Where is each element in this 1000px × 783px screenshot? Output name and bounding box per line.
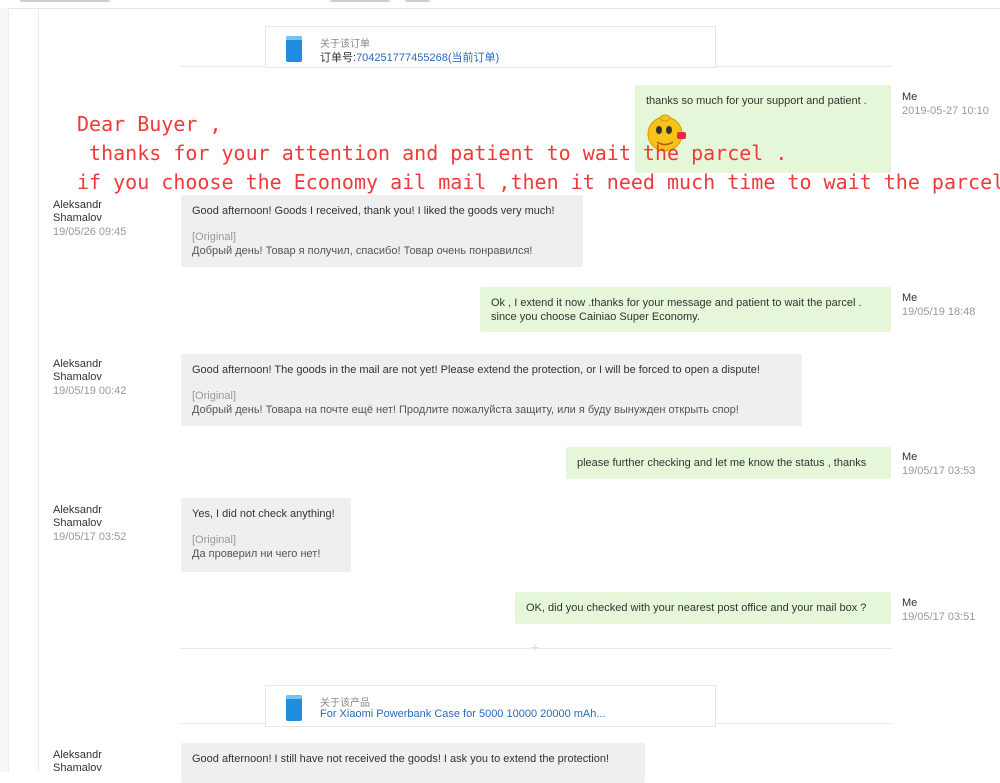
message-bubble-me: OK, did you checked with your nearest po… — [515, 592, 891, 624]
message-time: 19/05/26 09:45 — [53, 226, 127, 238]
order-card[interactable]: 关于该订单 订单号:704251777455268(当前订单) — [265, 26, 716, 68]
message-text: Ok , I extend it now .thanks for your me… — [491, 297, 862, 309]
message-author: Me — [902, 91, 918, 103]
message-author: Me — [902, 451, 918, 463]
product-card-caption: 关于该产品 — [320, 698, 370, 709]
left-scroll-strip — [0, 8, 9, 772]
document-icon — [286, 36, 302, 62]
message-bubble-me: Ok , I extend it now .thanks for your me… — [480, 287, 891, 332]
message-time: 19/05/17 03:51 — [902, 611, 976, 623]
message-bubble-buyer: Yes, I did not check anything! [Original… — [181, 498, 351, 572]
product-title-link[interactable]: For Xiaomi Powerbank Case for 5000 10000… — [320, 708, 606, 720]
message-text: OK, did you checked with your nearest po… — [526, 602, 867, 614]
original-label: [Original] — [192, 390, 237, 402]
message-text: Good afternoon! Goods I received, thank … — [192, 205, 555, 217]
document-icon — [286, 695, 302, 721]
original-text: Добрый день! Товара на почте ещё нет! Пр… — [192, 404, 739, 416]
message-text: please further checking and let me know … — [577, 457, 867, 469]
message-bubble-buyer: Good afternoon! Goods I received, thank … — [181, 195, 583, 267]
message-time: 2019-05-27 10:10 — [902, 105, 989, 117]
message-text-line-2: since you choose Cainiao Super Economy. — [491, 311, 700, 323]
message-author: Me — [902, 597, 918, 609]
message-bubble-buyer: Good afternoon! I still have not receive… — [181, 743, 645, 783]
message-bubble-me: please further checking and let me know … — [566, 447, 891, 479]
order-number-link[interactable]: 704251777455268 — [356, 52, 448, 64]
message-time: 19/05/17 03:52 — [53, 531, 127, 543]
message-author: Aleksandr Shamalov — [53, 504, 102, 529]
message-time: 19/05/19 18:48 — [902, 306, 976, 318]
original-label: [Original] — [192, 231, 237, 243]
overlay-line-2: thanks for your attention and patient to… — [77, 141, 788, 165]
message-text: Yes, I did not check anything! — [192, 508, 335, 520]
message-author: Aleksandr Shamalov — [53, 358, 102, 383]
order-status: (当前订单) — [447, 52, 500, 64]
left-divider — [38, 8, 39, 772]
message-text: thanks so much for your support and pati… — [646, 95, 867, 107]
message-bubble-buyer: Good afternoon! The goods in the mail ar… — [181, 354, 802, 426]
message-time: 19/05/19 00:42 — [53, 385, 127, 397]
top-toolbar-edge — [0, 0, 1000, 9]
product-card[interactable]: 关于该产品 For Xiaomi Powerbank Case for 5000… — [265, 685, 716, 727]
original-text: Да проверил ни чего нет! — [192, 548, 321, 560]
order-card-caption: 关于该订单 — [320, 39, 370, 50]
message-author: Aleksandr Shamalov — [53, 749, 102, 774]
divider-plus-icon: + — [531, 639, 540, 655]
message-author: Aleksandr Shamalov — [53, 199, 102, 224]
order-number-label: 订单号: — [320, 52, 357, 64]
message-time: 19/05/17 03:53 — [902, 465, 976, 477]
message-text: Good afternoon! I still have not receive… — [192, 753, 610, 765]
overlay-line-3: if you choose the Economy ail mail ,then… — [77, 170, 1000, 194]
message-text: Good afternoon! The goods in the mail ar… — [192, 364, 760, 376]
product-title-line: For Xiaomi Powerbank Case for 5000 10000… — [320, 708, 606, 720]
order-number-line: 订单号:704251777455268(当前订单) — [320, 49, 499, 65]
message-author: Me — [902, 292, 918, 304]
original-label: [Original] — [192, 534, 237, 546]
original-text: Добрый день! Товар я получил, спасибо! Т… — [192, 245, 533, 257]
overlay-line-1: Dear Buyer , — [77, 112, 222, 136]
